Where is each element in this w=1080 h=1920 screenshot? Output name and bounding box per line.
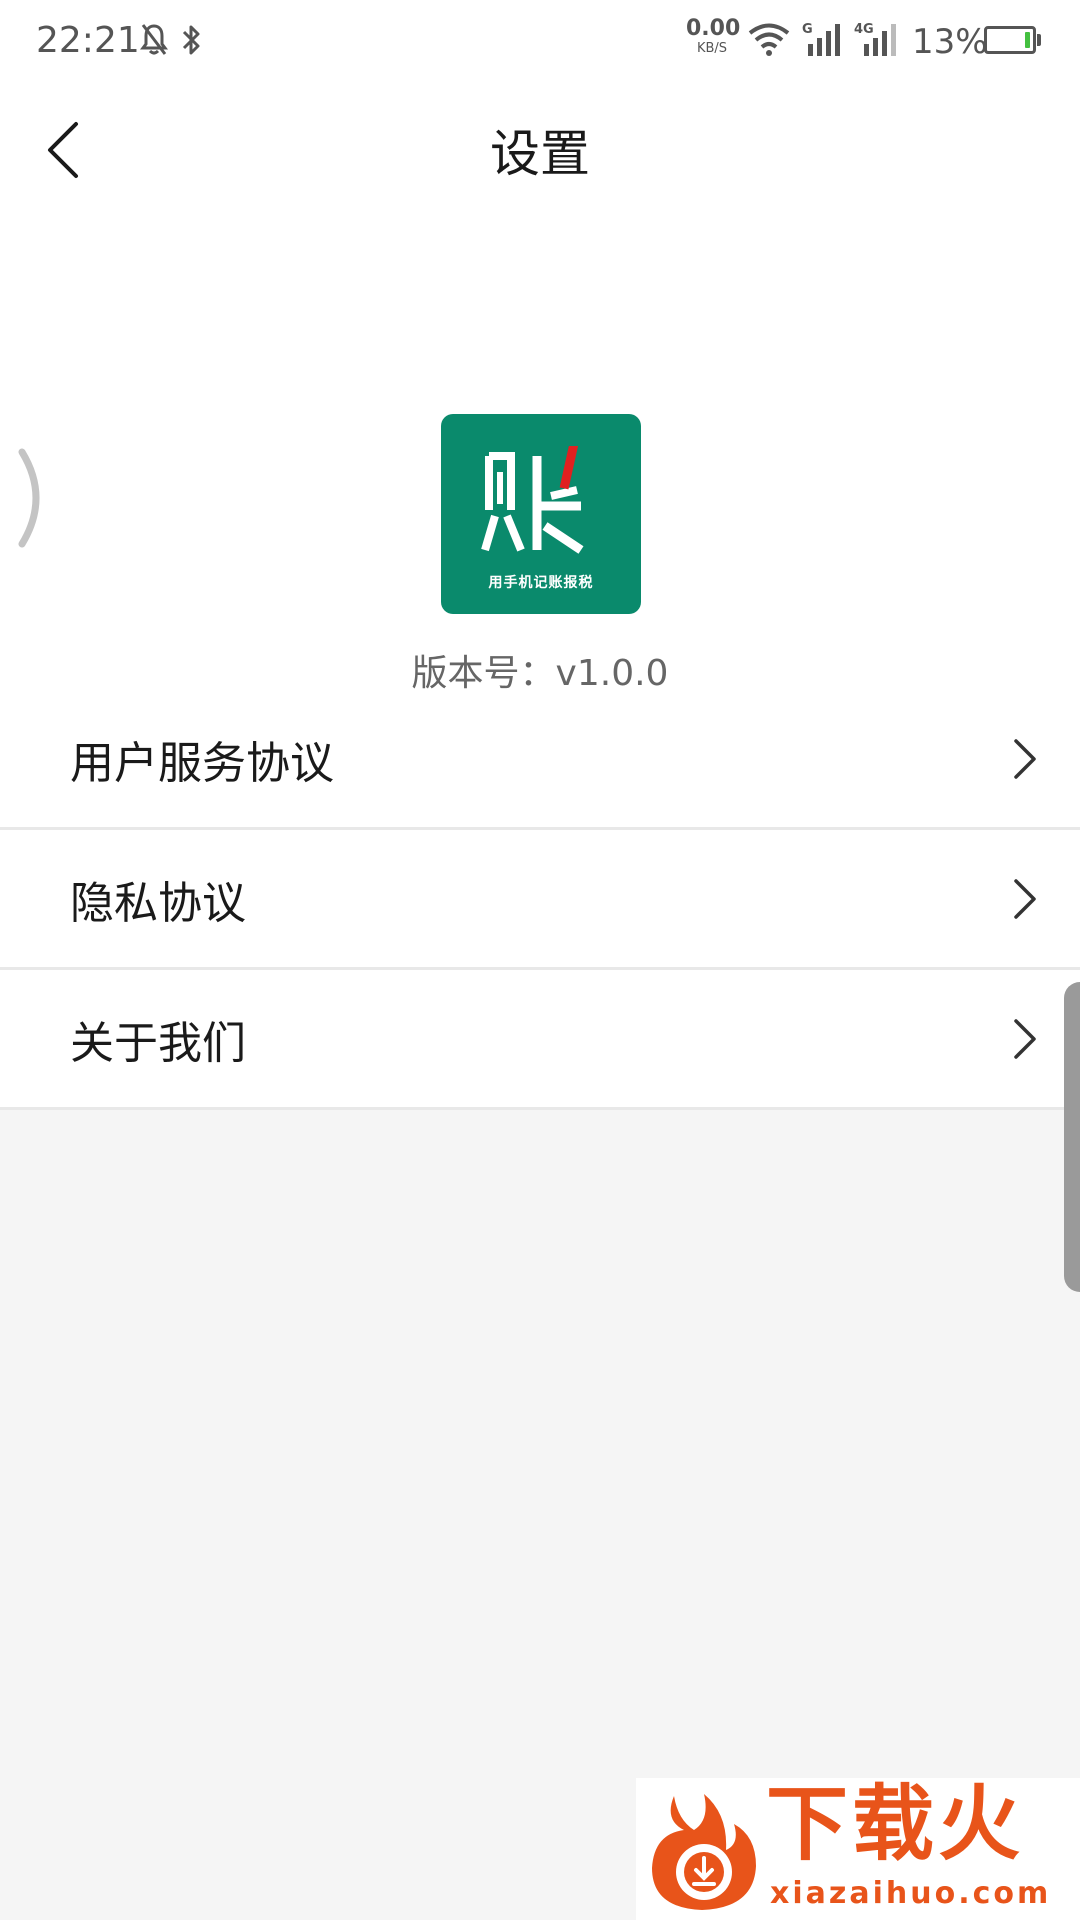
watermark-url: xiazaihuo.com — [770, 1876, 1052, 1911]
version-label: 版本号：v1.0.0 — [411, 653, 669, 694]
app-logo: 用手机记账报税 — [441, 414, 641, 614]
battery-level — [1025, 32, 1030, 48]
battery-tip — [1037, 34, 1041, 46]
battery-icon — [984, 26, 1036, 54]
status-time: 22:21 — [36, 20, 140, 61]
mute-bell-icon — [140, 24, 168, 55]
flame-logo-icon — [652, 1794, 756, 1910]
menu-item-label: 关于我们 — [70, 1017, 246, 1069]
signal-icon — [864, 24, 896, 56]
title-bar: 设置 — [0, 84, 1080, 212]
page-title: 设置 — [490, 125, 590, 183]
bluetooth-icon — [182, 25, 200, 55]
chevron-right-icon — [1014, 1018, 1036, 1059]
network-speed: 0.00 KB/S — [686, 16, 741, 56]
watermark-name: 下载火 — [766, 1777, 1025, 1872]
logo-glyph-icon — [481, 446, 584, 554]
status-bar: 22:21 0.00 KB/S G 4G 13% — [0, 0, 1080, 84]
menu-item-label: 用户服务协议 — [70, 737, 334, 789]
signal-icon — [808, 24, 840, 56]
wifi-icon — [748, 23, 790, 56]
logo-tagline: 用手机记账报税 — [488, 575, 594, 591]
chevron-right-icon — [1014, 738, 1036, 779]
menu-item-user-agreement[interactable]: 用户服务协议 — [0, 690, 1080, 830]
settings-menu: 用户服务协议 隐私协议 关于我们 — [0, 690, 1080, 1110]
battery-percent: 13% — [912, 22, 988, 62]
speed-unit: KB/S — [696, 41, 728, 56]
watermark: 下载火 xiazaihuo.com — [636, 1778, 1080, 1920]
menu-item-privacy-policy[interactable]: 隐私协议 — [0, 830, 1080, 970]
edge-panel-handle[interactable] — [1064, 982, 1080, 1292]
chevron-right-icon — [1014, 878, 1036, 919]
speed-value: 0.00 — [686, 16, 741, 41]
edge-swipe-handle[interactable] — [16, 448, 52, 548]
menu-item-about-us[interactable]: 关于我们 — [0, 970, 1080, 1110]
menu-item-label: 隐私协议 — [70, 877, 246, 929]
